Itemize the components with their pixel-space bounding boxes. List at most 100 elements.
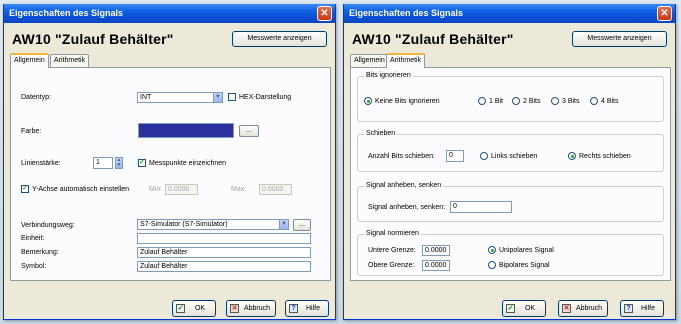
min-label: Min: [149, 186, 163, 193]
upper-limit-input[interactable]: 0.0000 [422, 260, 450, 271]
shift-count-input[interactable]: 0 [446, 150, 464, 162]
shift-left-radio[interactable] [480, 152, 488, 160]
ok-button[interactable]: ✓ OK [172, 300, 216, 317]
datatype-label: Datentyp: [21, 94, 51, 101]
ignore-none-label: Keine Bits ignorieren [375, 98, 440, 105]
check-icon: ✓ [176, 304, 185, 313]
shift-right-label: Rechts schieben [579, 153, 631, 160]
color-label: Farbe: [21, 128, 42, 135]
question-icon: ? [624, 304, 633, 313]
connection-select[interactable]: S7-Simulator (S7-Simulator) ▼ [137, 219, 289, 230]
ignore-none-radio[interactable] [364, 97, 372, 105]
tab-general[interactable]: Allgemein [10, 53, 49, 68]
ignore-bits-group: Bits ignorieren Keine Bits ignorieren 1 … [357, 72, 664, 122]
ignore-1bit-label: 1 Bit [489, 98, 504, 105]
datatype-value: INT [140, 94, 152, 101]
unipolar-radio[interactable] [488, 246, 496, 254]
ok-label: OK [524, 305, 536, 312]
title-bar[interactable]: Eigenschaften des Signals ✕ [344, 4, 675, 23]
title-bar[interactable]: Eigenschaften des Signals ✕ [4, 4, 335, 23]
line-width-input[interactable]: 1 [93, 157, 113, 169]
tab-arithmetic[interactable]: Arithmetik [50, 54, 90, 67]
help-button[interactable]: ? Hilfe [620, 300, 664, 317]
normalize-group: Signal normieren Untere Grenze: 0.0000 O… [357, 230, 664, 276]
close-icon[interactable]: ✕ [657, 6, 672, 21]
ignore-4bits-label: 4 Bits [601, 98, 619, 105]
chevron-down-icon[interactable]: ▼ [213, 93, 222, 102]
x-icon: ✕ [562, 304, 571, 313]
symbol-label: Symbol: [21, 263, 47, 270]
ignore-bits-title: Bits ignorieren [364, 72, 413, 79]
window-title: Eigenschaften des Signals [9, 8, 124, 18]
lower-limit-label: Untere Grenze: [368, 247, 416, 254]
symbol-input[interactable]: Zulauf Behälter [137, 261, 311, 272]
shift-count-label: Anzahl Bits schieben: [368, 153, 435, 160]
signal-title: AW10 "Zulauf Behälter" [352, 31, 514, 47]
ignore-3bits-label: 3 Bits [562, 98, 580, 105]
remark-label: Bemerkung: [21, 249, 59, 256]
bipolar-label: Bipolares Signal [499, 262, 550, 269]
draw-points-label: Messpunkte einzeichnen [149, 160, 227, 167]
question-icon: ? [289, 304, 298, 313]
help-label: Hilfe [305, 305, 320, 312]
window-title: Eigenschaften des Signals [349, 8, 464, 18]
ignore-2bits-radio[interactable] [512, 97, 520, 105]
bipolar-radio[interactable] [488, 261, 496, 269]
help-button[interactable]: ? Hilfe [285, 300, 329, 317]
raise-label: Signal anheben, senken: [368, 204, 446, 211]
color-browse-button[interactable]: ... [239, 125, 259, 137]
max-label: Max: [231, 186, 247, 193]
ignore-1bit-radio[interactable] [478, 97, 486, 105]
check-icon: ✓ [506, 304, 515, 313]
upper-limit-label: Obere Grenze: [368, 262, 415, 269]
raise-title: Signal anheben, senken [364, 182, 444, 189]
datatype-select[interactable]: INT ▼ [137, 92, 223, 103]
shift-left-label: Links schieben [491, 153, 538, 160]
ok-label: OK [194, 305, 206, 312]
help-label: Hilfe [640, 305, 655, 312]
tab-page-general: Datentyp: INT ▼ HEX-Darstellung Farbe: .… [10, 67, 331, 281]
signal-title: AW10 "Zulauf Behälter" [12, 31, 174, 47]
color-swatch[interactable] [138, 123, 234, 138]
cancel-label: Abbruch [575, 305, 603, 312]
draw-points-checkbox[interactable]: ✓ [138, 159, 146, 167]
connection-browse-button[interactable]: ... [293, 219, 311, 231]
normalize-title: Signal normieren [364, 230, 421, 237]
hex-label: HEX-Darstellung [239, 94, 292, 101]
shift-title: Schieben [364, 130, 398, 137]
line-width-spinner[interactable]: ▲ ▼ [115, 157, 123, 169]
cancel-label: Abbruch [243, 305, 271, 312]
x-icon: ✕ [230, 304, 239, 313]
ok-button[interactable]: ✓ OK [502, 300, 546, 317]
show-values-button[interactable]: Messwerte anzeigen [232, 31, 327, 47]
shift-right-radio[interactable] [568, 152, 576, 160]
cancel-button[interactable]: ✕ Abbruch [558, 300, 608, 317]
tab-general[interactable]: Allgemein [350, 54, 389, 67]
signal-properties-window-arithmetic: Eigenschaften des Signals ✕ AW10 "Zulauf… [343, 4, 676, 320]
cancel-button[interactable]: ✕ Abbruch [226, 300, 276, 317]
shift-group: Schieben Anzahl Bits schieben: 0 Links s… [357, 130, 664, 172]
ignore-2bits-label: 2 Bits [523, 98, 541, 105]
show-values-button[interactable]: Messwerte anzeigen [572, 31, 667, 47]
unipolar-label: Unipolares Signal [499, 247, 554, 254]
signal-properties-window-general: Eigenschaften des Signals ✕ AW10 "Zulauf… [3, 4, 336, 320]
chevron-down-icon[interactable]: ▼ [279, 220, 288, 229]
raise-input[interactable]: 0 [450, 201, 512, 213]
ignore-4bits-radio[interactable] [590, 97, 598, 105]
lower-limit-input[interactable]: 0.0000 [422, 245, 450, 256]
max-input[interactable]: 0.0000 [259, 184, 292, 195]
line-width-label: Linienstärke: [21, 160, 61, 167]
raise-group: Signal anheben, senken Signal anheben, s… [357, 182, 664, 222]
unit-label: Einheit: [21, 235, 45, 242]
connection-value: S7-Simulator (S7-Simulator) [140, 221, 228, 228]
tab-page-arithmetic: Bits ignorieren Keine Bits ignorieren 1 … [350, 67, 671, 281]
min-input[interactable]: 0.0000 [165, 184, 198, 195]
y-axis-auto-label: Y-Achse automatisch einstellen [32, 186, 130, 193]
hex-checkbox[interactable] [228, 93, 236, 101]
ignore-3bits-radio[interactable] [551, 97, 559, 105]
tab-arithmetic[interactable]: Arithmetik [386, 53, 426, 68]
remark-input[interactable]: Zulauf Behälter [137, 247, 311, 258]
close-icon[interactable]: ✕ [317, 6, 332, 21]
unit-input[interactable] [137, 233, 311, 244]
y-axis-auto-checkbox[interactable]: ✓ [21, 185, 29, 193]
